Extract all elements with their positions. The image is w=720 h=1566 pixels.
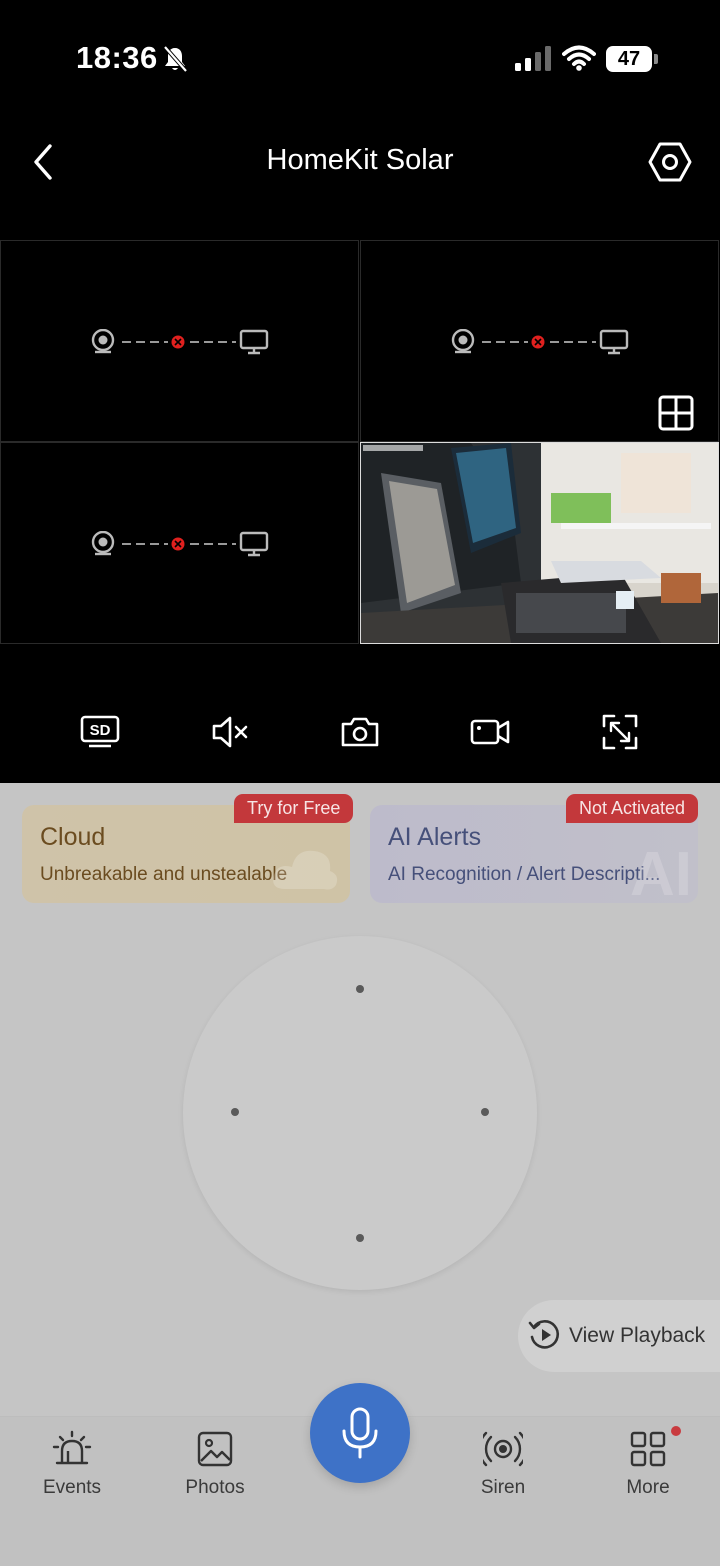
microphone-icon bbox=[342, 1407, 378, 1459]
video-controls: SD bbox=[0, 700, 720, 770]
battery-icon: 47 bbox=[606, 46, 658, 72]
camera-cell-live[interactable] bbox=[360, 442, 719, 644]
ai-watermark: AI bbox=[630, 840, 692, 903]
nav-more[interactable]: More bbox=[593, 1429, 703, 1509]
record-video-icon[interactable] bbox=[470, 712, 510, 752]
not-activated-badge: Not Activated bbox=[566, 794, 699, 823]
cellular-signal-icon bbox=[515, 46, 551, 71]
grid-icon bbox=[630, 1431, 666, 1467]
ptz-up-dot[interactable] bbox=[356, 985, 364, 993]
notification-dot bbox=[671, 1426, 681, 1436]
live-video-feed bbox=[361, 443, 718, 643]
ptz-down-dot[interactable] bbox=[356, 1234, 364, 1242]
nav-events[interactable]: Events bbox=[17, 1429, 127, 1509]
siren-light-icon bbox=[52, 1430, 92, 1465]
microphone-button[interactable] bbox=[310, 1383, 410, 1483]
hexagon-gear-icon[interactable] bbox=[646, 140, 694, 184]
lower-panel: Cloud Unbreakable and unstealable Try fo… bbox=[0, 783, 720, 1566]
camera-disconnected-icon bbox=[451, 329, 629, 355]
ptz-right-dot[interactable] bbox=[481, 1108, 489, 1116]
nav-siren[interactable]: Siren bbox=[448, 1429, 558, 1509]
wifi-icon bbox=[562, 45, 596, 71]
try-for-free-badge: Try for Free bbox=[234, 794, 354, 823]
nav-siren-label: Siren bbox=[480, 1477, 526, 1498]
nav-photos[interactable]: Photos bbox=[160, 1429, 270, 1509]
nav-events-label: Events bbox=[42, 1477, 102, 1498]
snapshot-camera-icon[interactable] bbox=[340, 712, 380, 752]
image-icon bbox=[197, 1431, 233, 1467]
ai-card-title: AI Alerts bbox=[388, 823, 482, 851]
camera-disconnected-icon bbox=[91, 531, 269, 557]
nav-photos-label: Photos bbox=[185, 1477, 245, 1498]
ptz-joystick[interactable] bbox=[183, 936, 537, 1290]
view-playback-button[interactable]: View Playback bbox=[518, 1300, 720, 1372]
sd-quality-icon[interactable]: SD bbox=[80, 712, 120, 752]
replay-icon bbox=[528, 1320, 560, 1349]
ptz-left-dot[interactable] bbox=[231, 1108, 239, 1116]
cloud-watermark-icon bbox=[273, 850, 338, 890]
page-title: HomeKit Solar bbox=[266, 144, 454, 176]
grid-2x2-icon[interactable] bbox=[658, 395, 694, 431]
camera-disconnected-icon bbox=[91, 329, 269, 355]
cloud-card-title: Cloud bbox=[40, 823, 106, 851]
view-playback-label: View Playback bbox=[569, 1324, 706, 1347]
app-header: HomeKit Solar bbox=[0, 112, 720, 212]
battery-level: 47 bbox=[606, 46, 652, 72]
sd-label: SD bbox=[90, 722, 111, 739]
status-bar: 18:36 47 bbox=[0, 0, 720, 110]
status-time: 18:36 bbox=[76, 40, 158, 75]
fullscreen-icon[interactable] bbox=[600, 712, 640, 752]
bell-slash-icon bbox=[163, 45, 188, 73]
broadcast-icon bbox=[483, 1431, 523, 1467]
camera-cell-3[interactable] bbox=[0, 442, 359, 644]
camera-cell-1[interactable] bbox=[0, 240, 359, 442]
mute-icon[interactable] bbox=[210, 712, 250, 752]
camera-grid bbox=[0, 240, 720, 644]
nav-more-label: More bbox=[626, 1477, 670, 1498]
camera-cell-2[interactable] bbox=[360, 240, 719, 442]
